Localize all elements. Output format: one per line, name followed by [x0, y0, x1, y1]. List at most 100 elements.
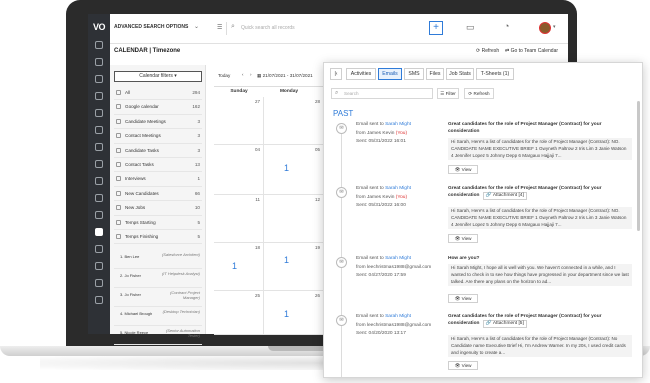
calendar-item[interactable]: Contact Meetings 3: [114, 129, 202, 144]
filter-label: Filter: [445, 91, 456, 96]
date-range-value: 21/07/2021 - 31/07/2021: [262, 73, 313, 78]
calendar-item-count: 3: [197, 133, 200, 139]
more-icon[interactable]: [95, 262, 103, 270]
event-count[interactable]: 1: [284, 163, 289, 173]
add-button[interactable]: +: [429, 21, 443, 35]
event-count[interactable]: 1: [232, 261, 237, 271]
calendar-item[interactable]: Candidate Meetings 3: [114, 115, 202, 130]
calendar-filters-button[interactable]: Calendar filters ▾: [114, 71, 202, 82]
attachment-badge[interactable]: 🔗 Attachment [5]: [482, 320, 527, 329]
history-icon[interactable]: [95, 41, 103, 49]
today-button[interactable]: Today: [218, 73, 230, 78]
calendar-item[interactable]: New Candidates 66: [114, 187, 202, 202]
calendar-cell[interactable]: 27: [214, 97, 264, 145]
refresh-label: Refresh: [481, 48, 500, 54]
avatar[interactable]: [539, 22, 551, 34]
panel-refresh-button[interactable]: ⟳ Refresh: [464, 88, 494, 99]
email-subject-text: Great candidates for the role of Project…: [448, 122, 602, 135]
sender: James Kevin: [366, 194, 395, 200]
list-item[interactable]: 5. Nicole Reece (Senior Automation Tester…: [114, 326, 202, 345]
day-number: 04: [254, 147, 260, 152]
view-button[interactable]: 👁 View: [448, 165, 478, 174]
inbox-icon[interactable]: [95, 75, 103, 83]
avatar-chevron-icon[interactable]: ▾: [553, 24, 556, 30]
calendar-item-label: Temps Starting: [125, 219, 156, 225]
event-count[interactable]: 1: [284, 255, 289, 265]
recipient-link[interactable]: Sarah Might: [385, 256, 411, 261]
list-item[interactable]: 1. Ben Lee (Salesforce Architect): [114, 250, 202, 269]
next-arrow-icon[interactable]: ›: [250, 72, 252, 77]
tasks-icon[interactable]: [95, 194, 103, 202]
companies-icon[interactable]: [95, 143, 103, 151]
jobs-icon[interactable]: [95, 92, 103, 100]
reports-icon[interactable]: [95, 211, 103, 219]
calendar-item[interactable]: Candidate Tasks 3: [114, 144, 202, 158]
day-number: 18: [254, 245, 260, 250]
view-button[interactable]: 👁 View: [448, 234, 478, 243]
view-button[interactable]: 👁 View: [448, 294, 478, 303]
prev-arrow-icon[interactable]: ‹: [242, 72, 244, 77]
calendar-cell[interactable]: 25: [214, 291, 264, 335]
calendar-cell[interactable]: 26 1: [264, 291, 324, 335]
chevron-down-icon[interactable]: ⌄: [194, 23, 199, 30]
day-header: Sunday: [230, 89, 248, 94]
calendar-item[interactable]: All 294: [114, 86, 202, 101]
collapse-panel-icon[interactable]: |‹: [330, 68, 342, 80]
mail-icon[interactable]: [95, 245, 103, 253]
email-subject[interactable]: Great candidates for the role of Project…: [448, 121, 628, 135]
contacts-icon[interactable]: [95, 126, 103, 134]
recipient-link[interactable]: Sarah Might: [385, 122, 411, 127]
bell-icon[interactable]: ◔: [504, 21, 509, 31]
tools-icon[interactable]: [95, 296, 103, 304]
attachment-badge[interactable]: 🔗 Attachment [4]: [482, 192, 527, 201]
calendar-item[interactable]: Google calendar 162: [114, 100, 202, 115]
event-count[interactable]: 1: [284, 309, 289, 319]
tab-job-stats[interactable]: Job Stats: [446, 68, 474, 80]
email-meta: Email sent to Sarah Might from James Kev…: [356, 185, 444, 211]
calendar-item[interactable]: Temps Starting 5: [114, 216, 202, 230]
candidates-icon[interactable]: [95, 109, 103, 117]
email-subject[interactable]: How are you?: [448, 255, 628, 262]
panel-search-input[interactable]: ⌕ Search: [331, 88, 433, 99]
calendar-cell[interactable]: 28: [264, 97, 324, 145]
calendar-item[interactable]: Contact Tasks 13: [114, 158, 202, 173]
filter-button[interactable]: ☰ Filter: [437, 88, 459, 99]
list-item[interactable]: 4. Michael Brough (Desktop Technician): [114, 307, 202, 326]
finance-icon[interactable]: [95, 160, 103, 168]
tab-emails[interactable]: Emails: [378, 68, 402, 80]
chat-icon[interactable]: ▭: [466, 22, 475, 33]
calendar-cell[interactable]: 05 1: [264, 145, 324, 195]
tab-t-sheets[interactable]: T-Sheets (1): [476, 68, 514, 80]
refresh-button[interactable]: ⟳ Refresh: [476, 48, 499, 54]
calendar-icon[interactable]: [95, 228, 103, 236]
email-subject[interactable]: Great candidates for the role of Project…: [448, 313, 628, 329]
settings-icon[interactable]: [95, 279, 103, 287]
calendar-cell[interactable]: 12: [264, 195, 324, 243]
scrollbar[interactable]: [637, 101, 640, 231]
list-item[interactable]: 2. Jo Fisher (IT Helpdesk Analyst): [114, 269, 202, 288]
team-calendar-link[interactable]: ⇄ Go to Team Calendar: [505, 48, 558, 54]
dashboard-icon[interactable]: [95, 58, 103, 66]
calendar-cell[interactable]: 18 1: [214, 243, 264, 291]
calendar-item[interactable]: Temps Finishing 5: [114, 230, 202, 245]
calendar-item[interactable]: New Jobs 10: [114, 201, 202, 216]
recipient-link[interactable]: Sarah Might: [385, 186, 411, 191]
calendar-cell[interactable]: 11: [214, 195, 264, 243]
tab-files[interactable]: Files: [426, 68, 444, 80]
calendar-cell[interactable]: 19 1: [264, 243, 324, 291]
search-mode-dropdown[interactable]: ADVANCED SEARCH OPTIONS: [114, 24, 188, 30]
date-range-picker[interactable]: ▦ 21/07/2021 - 31/07/2021: [257, 73, 313, 79]
calendar-item[interactable]: Interviews 1: [114, 172, 202, 187]
list-item[interactable]: 3. Jo Fisher (Contract Project Manager): [114, 288, 202, 307]
recipient-link[interactable]: Sarah Might: [385, 314, 411, 319]
filter-icon[interactable]: ☰: [217, 24, 222, 31]
temp-name: 2. Jo Fisher: [120, 273, 141, 278]
tab-sms[interactable]: SMS: [404, 68, 424, 80]
email-subject[interactable]: Great candidates for the role of Project…: [448, 185, 628, 201]
email-preview: Hi Sarah, Here's a list of candidates fo…: [448, 207, 632, 230]
calendar-cell[interactable]: 04: [214, 145, 264, 195]
tab-activities[interactable]: Activities: [346, 68, 376, 80]
quick-search-input[interactable]: ⌕ Quick search all records: [226, 22, 416, 35]
placements-icon[interactable]: [95, 177, 103, 185]
view-button[interactable]: 👁 View: [448, 361, 478, 370]
